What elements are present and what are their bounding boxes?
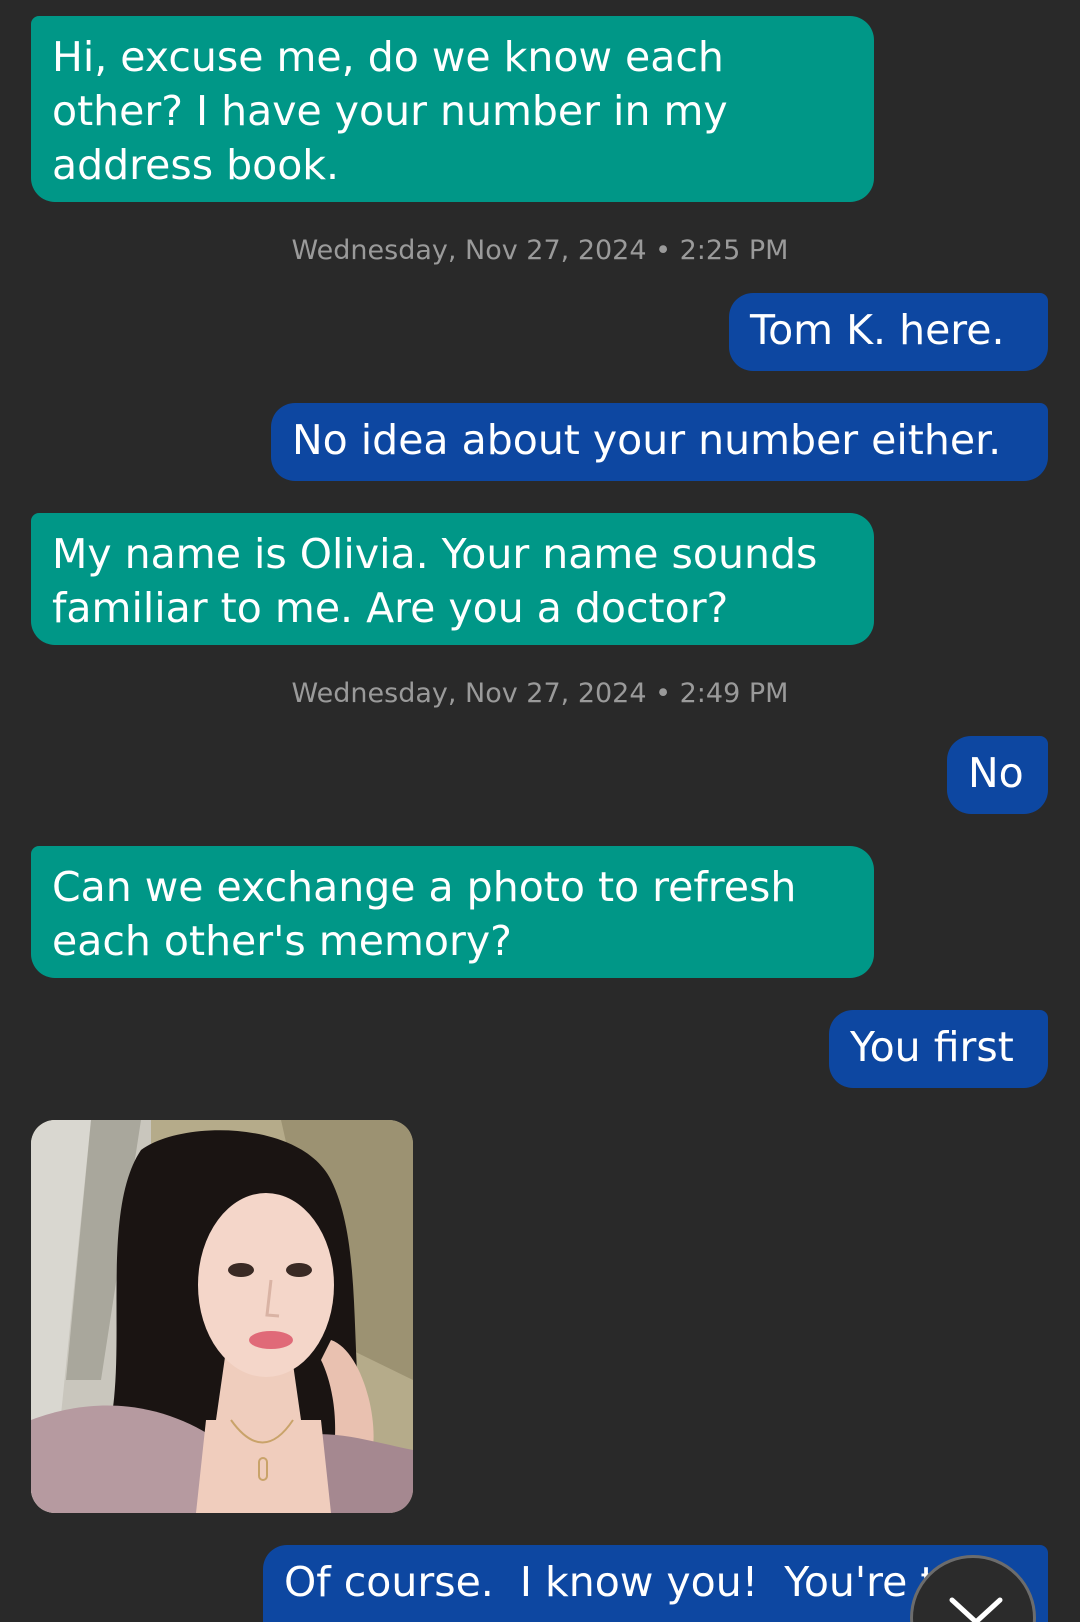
message-bubble-outgoing[interactable]: You first [829,1010,1048,1088]
chevron-down-icon [949,1597,1003,1622]
message-bubble-outgoing[interactable]: Tom K. here. [729,293,1048,371]
message-bubble-outgoing[interactable]: No idea about your number either. [271,403,1048,481]
message-image-attachment[interactable] [31,1120,413,1513]
message-bubble-incoming[interactable]: Hi, excuse me, do we know each other? I … [31,16,874,202]
message-bubble-outgoing[interactable]: No [947,736,1048,814]
selfie-photo [31,1120,413,1513]
message-bubble-incoming[interactable]: My name is Olivia. Your name sounds fami… [31,513,874,645]
message-bubble-incoming[interactable]: Can we exchange a photo to refresh each … [31,846,874,978]
message-timestamp: Wednesday, Nov 27, 2024 • 2:49 PM [291,678,789,709]
message-timestamp: Wednesday, Nov 27, 2024 • 2:25 PM [291,235,789,266]
